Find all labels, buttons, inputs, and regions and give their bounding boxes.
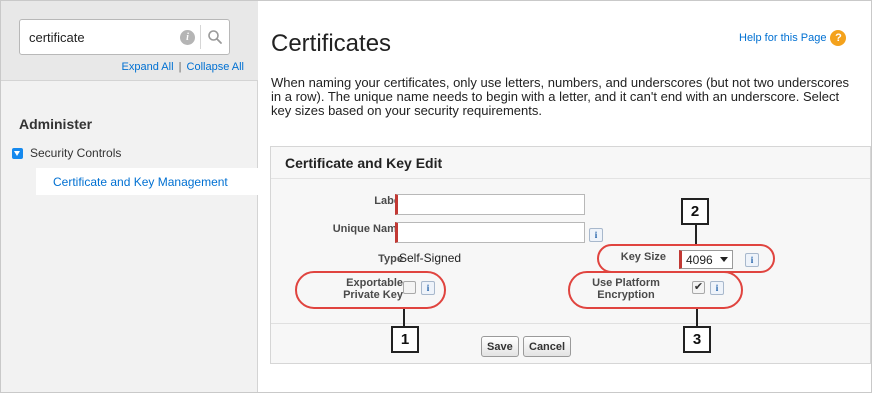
search-divider xyxy=(200,25,201,49)
callout-outline-key-size xyxy=(597,244,775,273)
panel-footer-divider xyxy=(271,323,870,324)
search-icon[interactable] xyxy=(207,29,223,45)
cancel-button[interactable]: Cancel xyxy=(523,336,572,357)
callout-connector-1 xyxy=(403,309,405,326)
main-content: Certificates Help for this Page ? When n… xyxy=(258,0,872,393)
unique-name-field-label: Unique Name xyxy=(332,223,403,235)
sidebar: certificate i Expand All | Collapse All … xyxy=(1,1,260,392)
type-value: Self-Signed xyxy=(399,251,462,265)
collapse-caret-icon[interactable] xyxy=(12,147,23,159)
page-title: Certificates xyxy=(271,30,392,57)
quick-find-value: certificate xyxy=(29,30,85,45)
collapse-all-link[interactable]: Collapse All xyxy=(187,61,244,73)
save-button[interactable]: Save xyxy=(481,336,519,357)
unique-name-info-icon[interactable]: i xyxy=(589,228,603,242)
callout-number-2: 2 xyxy=(681,198,709,225)
quick-find-area: certificate i Expand All | Collapse All xyxy=(1,1,258,81)
panel-header: Certificate and Key Edit xyxy=(271,147,870,179)
callout-outline-exportable xyxy=(295,271,446,309)
expand-all-link[interactable]: Expand All xyxy=(122,61,174,73)
callout-number-1: 1 xyxy=(391,326,419,353)
help-icon: ? xyxy=(830,30,847,46)
tree-group-security-controls[interactable]: Security Controls xyxy=(12,146,121,160)
sidebar-item-certificate-key-management[interactable]: Certificate and Key Management xyxy=(36,168,260,195)
callout-connector-3 xyxy=(696,309,698,326)
callout-connector-2 xyxy=(695,222,697,244)
quick-find-input[interactable]: certificate i xyxy=(19,19,230,55)
label-field-label: Label xyxy=(374,195,403,207)
certificate-edit-panel: Certificate and Key Edit Label Unique Na… xyxy=(270,146,871,364)
page-description: When naming your certificates, only use … xyxy=(271,75,850,118)
section-heading-administer: Administer xyxy=(19,116,93,132)
callout-number-3: 3 xyxy=(683,326,711,353)
label-input[interactable] xyxy=(395,194,585,215)
type-field-label: Type xyxy=(378,253,403,265)
expand-collapse-links: Expand All | Collapse All xyxy=(122,61,244,73)
info-icon[interactable]: i xyxy=(180,30,195,45)
help-link-label: Help for this Page xyxy=(739,32,827,44)
tree-group-label: Security Controls xyxy=(30,146,122,160)
panel-title: Certificate and Key Edit xyxy=(285,155,443,171)
unique-name-input[interactable] xyxy=(395,222,585,243)
callout-outline-platform-encryption xyxy=(568,271,743,309)
link-separator: | xyxy=(178,61,182,73)
help-link[interactable]: Help for this Page ? xyxy=(739,30,847,46)
